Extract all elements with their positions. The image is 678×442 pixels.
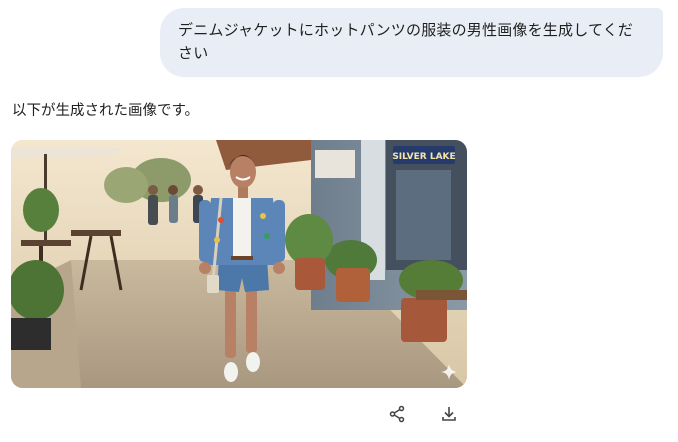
user-message-bubble: デニムジャケットにホットパンツの服装の男性画像を生成してください <box>160 8 663 77</box>
image-actions <box>386 403 460 425</box>
user-message-text: デニムジャケットにホットパンツの服装の男性画像を生成してください <box>178 21 634 62</box>
share-icon <box>389 405 405 423</box>
storefront-sign-text: SILVER LAKE <box>392 152 455 162</box>
generated-image[interactable]: SILVER LAKE <box>11 140 467 388</box>
share-button[interactable] <box>386 403 408 425</box>
generated-image-illustration: SILVER LAKE <box>11 140 467 388</box>
download-button[interactable] <box>438 403 460 425</box>
sparkle-icon <box>441 364 457 380</box>
assistant-reply-text: 以下が生成された画像です。 <box>12 103 200 119</box>
chat-page: デニムジャケットにホットパンツの服装の男性画像を生成してください 以下が生成され… <box>0 0 678 442</box>
download-icon <box>442 407 456 421</box>
